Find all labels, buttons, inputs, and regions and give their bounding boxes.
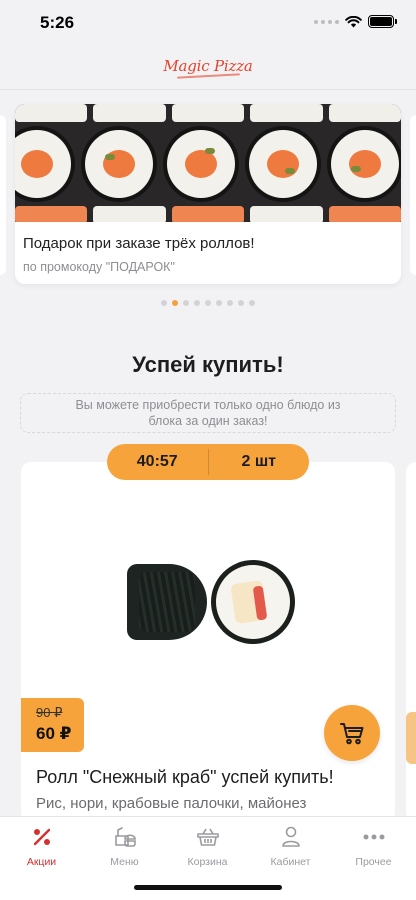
tab-more[interactable]: Прочее <box>332 825 415 868</box>
percent-icon <box>30 825 54 849</box>
tab-menu[interactable]: Меню <box>83 825 166 868</box>
next-product-cart-button[interactable] <box>406 712 416 764</box>
tab-label: Корзина <box>187 856 228 868</box>
food-icon <box>113 825 137 849</box>
wifi-icon <box>345 15 362 27</box>
old-price: 90 ₽ <box>36 705 63 720</box>
pager-dot[interactable] <box>249 300 255 306</box>
pager-dot[interactable] <box>216 300 222 306</box>
battery-icon <box>368 15 397 28</box>
more-icon <box>362 825 386 849</box>
countdown-timer: 40:57 <box>136 453 178 470</box>
carousel-prev-card[interactable] <box>0 115 6 275</box>
next-product-card[interactable] <box>406 462 416 822</box>
carousel-next-card[interactable] <box>410 115 416 275</box>
new-price: 60 ₽ <box>36 724 72 743</box>
app-logo[interactable]: Magic Pizza <box>163 57 253 79</box>
home-indicator[interactable] <box>134 885 282 890</box>
pager-dot[interactable] <box>227 300 233 306</box>
product-name: Ролл "Снежный краб" успей купить! <box>36 767 334 787</box>
price-tag: 90 ₽ 60 ₽ <box>21 698 84 752</box>
product-description: Рис, нори, крабовые палочки, майонез <box>36 795 307 812</box>
pager-dot[interactable] <box>238 300 244 306</box>
add-to-cart-button[interactable] <box>324 705 380 761</box>
promo-title: Подарок при заказе трёх роллов! <box>23 235 255 252</box>
promo-image <box>15 104 401 222</box>
basket-icon <box>196 825 220 849</box>
quantity-left: 2 шт <box>241 453 276 470</box>
signal-icon <box>314 19 339 24</box>
timer-pill: 40:57 2 шт <box>107 444 309 480</box>
pager-dot[interactable] <box>183 300 189 306</box>
promo-banner[interactable]: Подарок при заказе трёх роллов! по промо… <box>15 104 401 284</box>
pager-dot[interactable] <box>172 300 178 306</box>
tab-cart[interactable]: Корзина <box>166 825 249 868</box>
pager-dot[interactable] <box>205 300 211 306</box>
carousel-pager[interactable] <box>0 300 416 306</box>
product-card[interactable]: 90 ₽ 60 ₽ Ролл "Снежный краб" успей купи… <box>21 462 395 822</box>
product-image <box>127 560 295 644</box>
tab-label: Меню <box>110 856 139 868</box>
tab-account[interactable]: Кабинет <box>249 825 332 868</box>
status-time: 5:26 <box>40 13 75 32</box>
cart-icon <box>340 723 364 745</box>
status-bar: 5:26 <box>0 0 416 44</box>
app-header: Magic Pizza <box>0 44 416 90</box>
pager-dot[interactable] <box>194 300 200 306</box>
tab-promotions[interactable]: Акции <box>0 825 83 868</box>
tab-label: Акции <box>26 856 57 868</box>
tab-label: Кабинет <box>270 856 311 868</box>
status-icons <box>314 15 397 28</box>
section-info: Вы можете приобрести только одно блюдо и… <box>20 393 396 433</box>
promo-subtitle: по промокоду "ПОДАРОК" <box>23 260 175 274</box>
section-title: Успей купить! <box>132 352 284 377</box>
tab-label: Прочее <box>355 856 392 868</box>
user-icon <box>279 825 303 849</box>
pager-dot[interactable] <box>161 300 167 306</box>
